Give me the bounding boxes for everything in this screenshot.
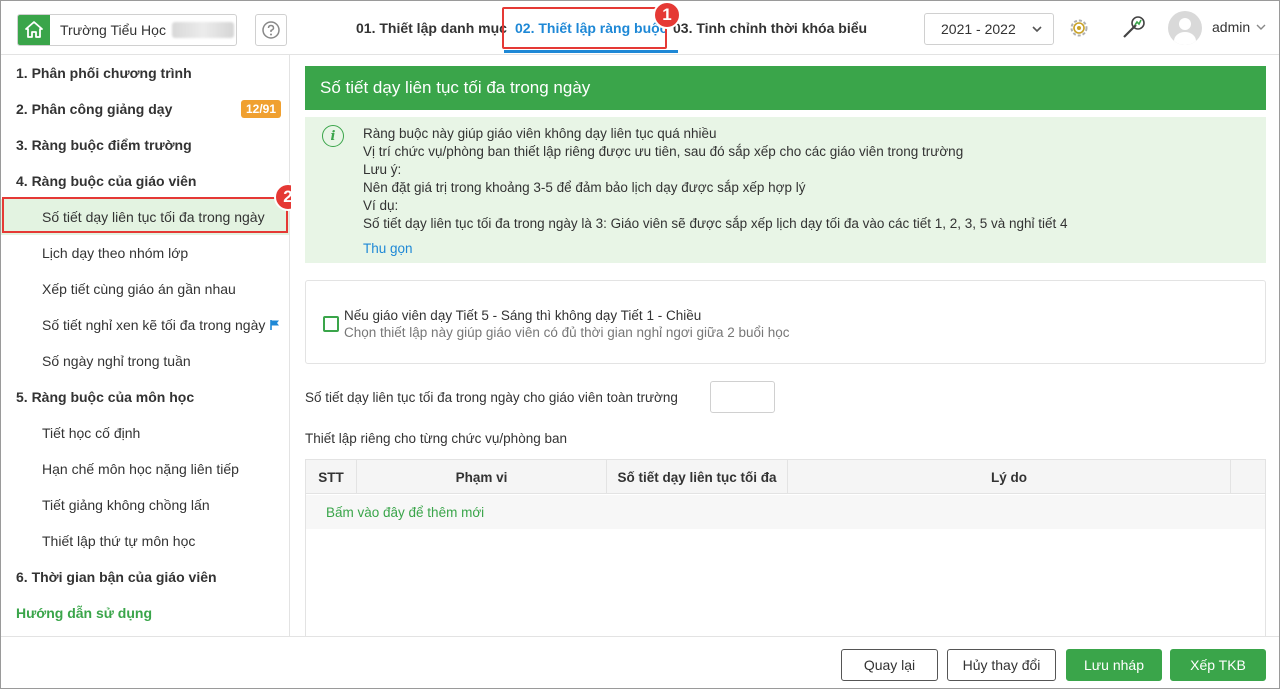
sidebar-item-phan-phoi[interactable]: 1. Phân phối chương trình — [1, 55, 289, 91]
highlight-box-tab — [502, 7, 667, 49]
info-icon: i — [322, 125, 344, 147]
sidebar-item-mon-nang[interactable]: Hạn chế môn học nặng liên tiếp — [1, 451, 289, 487]
collapse-link[interactable]: Thu gọn — [363, 241, 413, 256]
sidebar-item-label: Thiết lập thứ tự môn học — [42, 533, 196, 549]
footer-bar: Quay lại Hủy thay đổi Lưu nháp Xếp TKB — [1, 636, 1279, 688]
option-checkbox[interactable] — [323, 316, 339, 332]
help-button[interactable] — [255, 14, 287, 46]
gear-icon[interactable] — [1067, 16, 1091, 40]
sidebar-item-thoi-gian-ban[interactable]: 6. Thời gian bận của giáo viên — [1, 559, 289, 595]
tab-danh-muc[interactable]: 01. Thiết lập danh mục — [356, 1, 507, 55]
chevron-down-icon — [1256, 24, 1266, 30]
sidebar-item-giao-an[interactable]: Xếp tiết cùng giáo án gần nhau — [1, 271, 289, 307]
sidebar-item-label: Số tiết nghỉ xen kẽ tối đa trong ngày — [42, 317, 266, 333]
help-icon — [262, 21, 280, 39]
save-draft-button[interactable]: Lưu nháp — [1066, 649, 1162, 681]
sidebar-item-huong-dan[interactable]: Hướng dẫn sử dụng — [1, 595, 289, 631]
table-row: Bấm vào đây để thêm mới — [306, 495, 1265, 529]
sidebar-item-ngay-nghi[interactable]: Số ngày nghỉ trong tuần — [1, 343, 289, 379]
add-new-link[interactable]: Bấm vào đây để thêm mới — [326, 505, 484, 520]
home-icon — [18, 15, 50, 45]
back-button[interactable]: Quay lại — [841, 649, 938, 681]
sidebar-item-label: 5. Ràng buộc của môn học — [16, 389, 195, 405]
section-title: Số tiết dạy liên tục tối đa trong ngày — [305, 66, 1266, 110]
column-header-ly-do: Lý do — [788, 460, 1231, 494]
step-marker-1: 1 — [653, 1, 681, 29]
highlight-box-sidebar — [2, 197, 288, 233]
info-line: Lưu ý: — [363, 162, 402, 177]
school-limit-label: Số tiết dạy liên tục tối đa trong ngày c… — [305, 390, 678, 405]
info-line: Vị trí chức vụ/phòng ban thiết lập riêng… — [363, 144, 964, 159]
school-name: Trường Tiểu Học — [60, 22, 166, 38]
flag-icon — [270, 320, 280, 330]
custom-settings-table: STT Phạm vi Số tiết dạy liên tục tối đa … — [305, 459, 1266, 636]
sidebar-item-label: 2. Phân công giảng dạy — [16, 101, 173, 117]
sidebar-item-nhom-lop[interactable]: Lịch dạy theo nhóm lớp — [1, 235, 289, 271]
sidebar-item-phan-cong[interactable]: 2. Phân công giảng dạy 12/91 — [1, 91, 289, 127]
sidebar-item-label: Lịch dạy theo nhóm lớp — [42, 245, 189, 261]
cancel-changes-button[interactable]: Hủy thay đổi — [947, 649, 1056, 681]
table-header: STT Phạm vi Số tiết dạy liên tục tối đa … — [306, 460, 1265, 494]
main-content: Số tiết dạy liên tục tối đa trong ngày i… — [291, 55, 1279, 636]
sidebar-item-label: 6. Thời gian bận của giáo viên — [16, 569, 217, 585]
chevron-down-icon — [1032, 26, 1042, 33]
tab-tinh-chinh[interactable]: 03. Tinh chỉnh thời khóa biểu — [673, 1, 867, 55]
info-line: Nên đặt giá trị trong khoảng 3-5 để đảm … — [363, 180, 806, 195]
sidebar-item-label: Xếp tiết cùng giáo án gần nhau — [42, 281, 236, 297]
year-value: 2021 - 2022 — [941, 21, 1016, 37]
magic-wand-icon[interactable] — [1120, 13, 1148, 41]
custom-settings-heading: Thiết lập riêng cho từng chức vụ/phòng b… — [305, 431, 567, 446]
school-limit-input[interactable] — [710, 381, 775, 413]
column-header-actions — [1231, 460, 1265, 494]
info-line: Số tiết dạy liên tục tối đa trong ngày l… — [363, 216, 1068, 231]
column-header-so-tiet: Số tiết dạy liên tục tối đa — [607, 460, 788, 494]
sidebar-item-mon-hoc[interactable]: 5. Ràng buộc của môn học — [1, 379, 289, 415]
year-select[interactable]: 2021 - 2022 — [924, 13, 1054, 45]
user-menu[interactable]: admin — [1212, 19, 1266, 35]
column-header-stt: STT — [306, 460, 357, 494]
sidebar-item-label: Hướng dẫn sử dụng — [16, 605, 152, 621]
avatar[interactable] — [1168, 11, 1202, 45]
redacted-school-name — [171, 22, 234, 38]
sidebar-item-tiet-nghi[interactable]: Số tiết nghỉ xen kẽ tối đa trong ngày — [1, 307, 289, 343]
sidebar-item-thu-tu[interactable]: Thiết lập thứ tự môn học — [1, 523, 289, 559]
sidebar: 1. Phân phối chương trình 2. Phân công g… — [1, 55, 290, 636]
option-title: Nếu giáo viên dạy Tiết 5 - Sáng thì khôn… — [344, 308, 702, 323]
option-subtitle: Chọn thiết lập này giúp giáo viên có đủ … — [344, 325, 790, 340]
sidebar-item-diem-truong[interactable]: 3. Ràng buộc điểm trường — [1, 127, 289, 163]
sidebar-item-label: Tiết giảng không chồng lấn — [42, 497, 210, 513]
info-line: Ràng buộc này giúp giáo viên không dạy l… — [363, 126, 717, 141]
option-box: Nếu giáo viên dạy Tiết 5 - Sáng thì khôn… — [305, 280, 1266, 364]
active-tab-indicator — [504, 50, 678, 53]
schedule-button[interactable]: Xếp TKB — [1170, 649, 1266, 681]
count-badge: 12/91 — [240, 100, 281, 118]
top-header: Trường Tiểu Học 01. Thiết lập danh mục 0… — [1, 1, 1279, 55]
sidebar-item-chong-lan[interactable]: Tiết giảng không chồng lấn — [1, 487, 289, 523]
user-name: admin — [1212, 19, 1251, 35]
info-box: i Ràng buộc này giúp giáo viên không dạy… — [305, 117, 1266, 263]
sidebar-item-label: Hạn chế môn học nặng liên tiếp — [42, 461, 239, 477]
sidebar-item-label: 3. Ràng buộc điểm trường — [16, 137, 192, 153]
sidebar-item-giao-vien[interactable]: 4. Ràng buộc của giáo viên — [1, 163, 289, 199]
info-line: Ví dụ: — [363, 198, 399, 213]
sidebar-item-label: 4. Ràng buộc của giáo viên — [16, 173, 197, 189]
sidebar-item-tiet-co-dinh[interactable]: Tiết học cố định — [1, 415, 289, 451]
column-header-pham-vi: Phạm vi — [357, 460, 607, 494]
sidebar-item-label: Tiết học cố định — [42, 425, 141, 441]
sidebar-item-label: 1. Phân phối chương trình — [16, 65, 192, 81]
school-selector[interactable]: Trường Tiểu Học — [17, 14, 237, 46]
sidebar-item-label: Số ngày nghỉ trong tuần — [42, 353, 191, 369]
